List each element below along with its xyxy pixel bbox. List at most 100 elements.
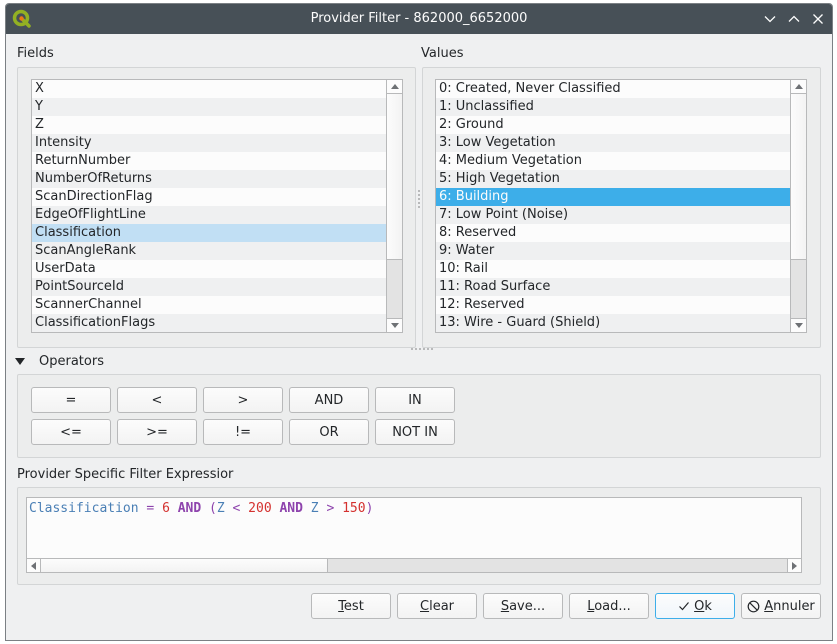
expression-token-num: 6 <box>162 501 170 516</box>
cancel-button[interactable]: Annuler <box>741 593 821 619</box>
value-list-item[interactable]: 0: Created, Never Classified <box>436 80 790 98</box>
scroll-left-button[interactable] <box>27 559 41 572</box>
expression-token-ws <box>170 501 178 516</box>
vertical-splitter-handle[interactable] <box>418 190 420 208</box>
value-list-item[interactable]: 13: Wire - Guard (Shield) <box>436 314 790 332</box>
operator-button-lt[interactable]: < <box>117 387 197 413</box>
close-button[interactable] <box>808 9 828 29</box>
clear-button[interactable]: Clear <box>397 593 477 619</box>
title-bar[interactable]: Provider Filter - 862000_6652000 <box>6 4 832 34</box>
field-list-item[interactable]: ScannerChannel <box>32 296 386 314</box>
ok-button[interactable]: Ok <box>655 593 735 619</box>
values-vertical-scrollbar[interactable] <box>790 80 806 332</box>
value-list-item[interactable]: 10: Rail <box>436 260 790 278</box>
operator-button-and[interactable]: AND <box>289 387 369 413</box>
close-icon <box>813 14 823 24</box>
cancel-label: nnuler <box>773 598 815 614</box>
scroll-up-button[interactable] <box>387 80 402 94</box>
value-list-item[interactable]: 4: Medium Vegetation <box>436 152 790 170</box>
values-rows: 0: Created, Never Classified 1: Unclassif… <box>436 80 790 332</box>
chevron-up-icon <box>788 15 800 22</box>
value-list-item[interactable]: 7: Low Point (Noise) <box>436 206 790 224</box>
maximize-button[interactable] <box>784 9 804 29</box>
window-title: Provider Filter - 862000_6652000 <box>310 11 528 26</box>
expression-token-num: 200 <box>248 501 272 516</box>
expression-horizontal-scrollbar[interactable] <box>27 558 801 572</box>
field-list-item[interactable]: Classification <box>32 224 386 242</box>
fields-rows: X Y Z Intensity ReturnNumber NumberOfReturns S… <box>32 80 386 332</box>
operator-button-lteq[interactable]: <= <box>31 419 111 445</box>
scroll-down-button[interactable] <box>387 318 402 332</box>
scroll-up-button[interactable] <box>791 80 806 94</box>
value-list-item[interactable]: 12: Reserved <box>436 296 790 314</box>
field-list-item[interactable]: ScanAngleRank <box>32 242 386 260</box>
field-list-item[interactable]: Z <box>32 116 386 134</box>
save-label: ave... <box>509 598 546 614</box>
scrollbar-thumb[interactable] <box>41 559 328 572</box>
expression-token-paren: ) <box>365 501 374 516</box>
clear-mnemonic: C <box>420 598 430 614</box>
triangle-up-icon <box>390 84 399 89</box>
expression-token-kw: AND <box>177 501 202 516</box>
expression-token-ws <box>225 501 233 516</box>
triangle-down-icon <box>794 323 803 328</box>
expression-token-field: Classification <box>29 501 139 516</box>
value-list-item[interactable]: 8: Reserved <box>436 224 790 242</box>
value-list-item[interactable]: 5: High Vegetation <box>436 170 790 188</box>
fields-list[interactable]: X Y Z Intensity ReturnNumber NumberOfReturns S… <box>31 79 403 333</box>
fields-vertical-scrollbar[interactable] <box>386 80 402 332</box>
scroll-right-button[interactable] <box>787 559 801 572</box>
minimize-button[interactable] <box>760 9 780 29</box>
field-list-item[interactable]: Y <box>32 98 386 116</box>
scrollbar-thumb[interactable] <box>791 94 806 260</box>
operator-button-gteq[interactable]: >= <box>117 419 197 445</box>
expression-token-field: Z <box>216 501 225 516</box>
operator-button-gt[interactable]: > <box>203 387 283 413</box>
expression-token-ws <box>154 501 162 516</box>
value-list-item[interactable]: 3: Low Vegetation <box>436 134 790 152</box>
operator-button-noteq[interactable]: != <box>203 419 283 445</box>
triangle-up-icon <box>794 84 803 89</box>
checkmark-icon <box>679 602 690 611</box>
fields-label: Fields <box>17 46 54 61</box>
triangle-right-icon <box>792 561 797 570</box>
triangle-left-icon <box>31 561 36 570</box>
field-list-item[interactable]: UserData <box>32 260 386 278</box>
expression-text[interactable]: Classification = 6 AND (Z < 200 AND Z > … <box>29 501 373 516</box>
horizontal-splitter-handle[interactable] <box>411 348 433 350</box>
filter-expression-editor[interactable]: Classification = 6 AND (Z < 200 AND Z > … <box>26 497 802 573</box>
operator-button-in[interactable]: IN <box>375 387 455 413</box>
field-list-item[interactable]: NumberOfReturns <box>32 170 386 188</box>
field-list-item[interactable]: ScanDirectionFlag <box>32 188 386 206</box>
ok-label: k <box>704 598 712 614</box>
collapse-triangle-icon[interactable] <box>15 358 25 365</box>
field-list-item[interactable]: Intensity <box>32 134 386 152</box>
values-label: Values <box>421 46 464 61</box>
field-list-item[interactable]: PointSourceId <box>32 278 386 296</box>
field-list-item[interactable]: ReturnNumber <box>32 152 386 170</box>
value-list-item[interactable]: 9: Water <box>436 242 790 260</box>
test-label: est <box>343 598 364 614</box>
operators-label[interactable]: Operators <box>39 354 104 369</box>
test-button[interactable]: Test <box>311 593 391 619</box>
value-list-item[interactable]: 1: Unclassified <box>436 98 790 116</box>
field-list-item[interactable]: X <box>32 80 386 98</box>
save-mnemonic: S <box>500 598 510 614</box>
operator-button-or[interactable]: OR <box>289 419 369 445</box>
value-list-item[interactable]: 2: Ground <box>436 116 790 134</box>
save-button[interactable]: Save... <box>483 593 563 619</box>
values-list[interactable]: 0: Created, Never Classified 1: Unclassif… <box>435 79 807 333</box>
field-list-item[interactable]: ClassificationFlags <box>32 314 386 332</box>
field-list-item[interactable]: EdgeOfFlightLine <box>32 206 386 224</box>
value-list-item[interactable]: 6: Building <box>436 188 790 206</box>
expression-token-ws <box>334 501 342 516</box>
value-list-item[interactable]: 11: Road Surface <box>436 278 790 296</box>
load-button[interactable]: Load... <box>569 593 649 619</box>
scrollbar-thumb[interactable] <box>387 94 402 260</box>
ok-mnemonic: O <box>694 598 705 614</box>
operator-button-not-in[interactable]: NOT IN <box>375 419 455 445</box>
expression-token-ws <box>240 501 248 516</box>
operator-button-eq[interactable]: = <box>31 387 111 413</box>
scroll-down-button[interactable] <box>791 318 806 332</box>
cancel-circle-icon <box>747 600 760 612</box>
